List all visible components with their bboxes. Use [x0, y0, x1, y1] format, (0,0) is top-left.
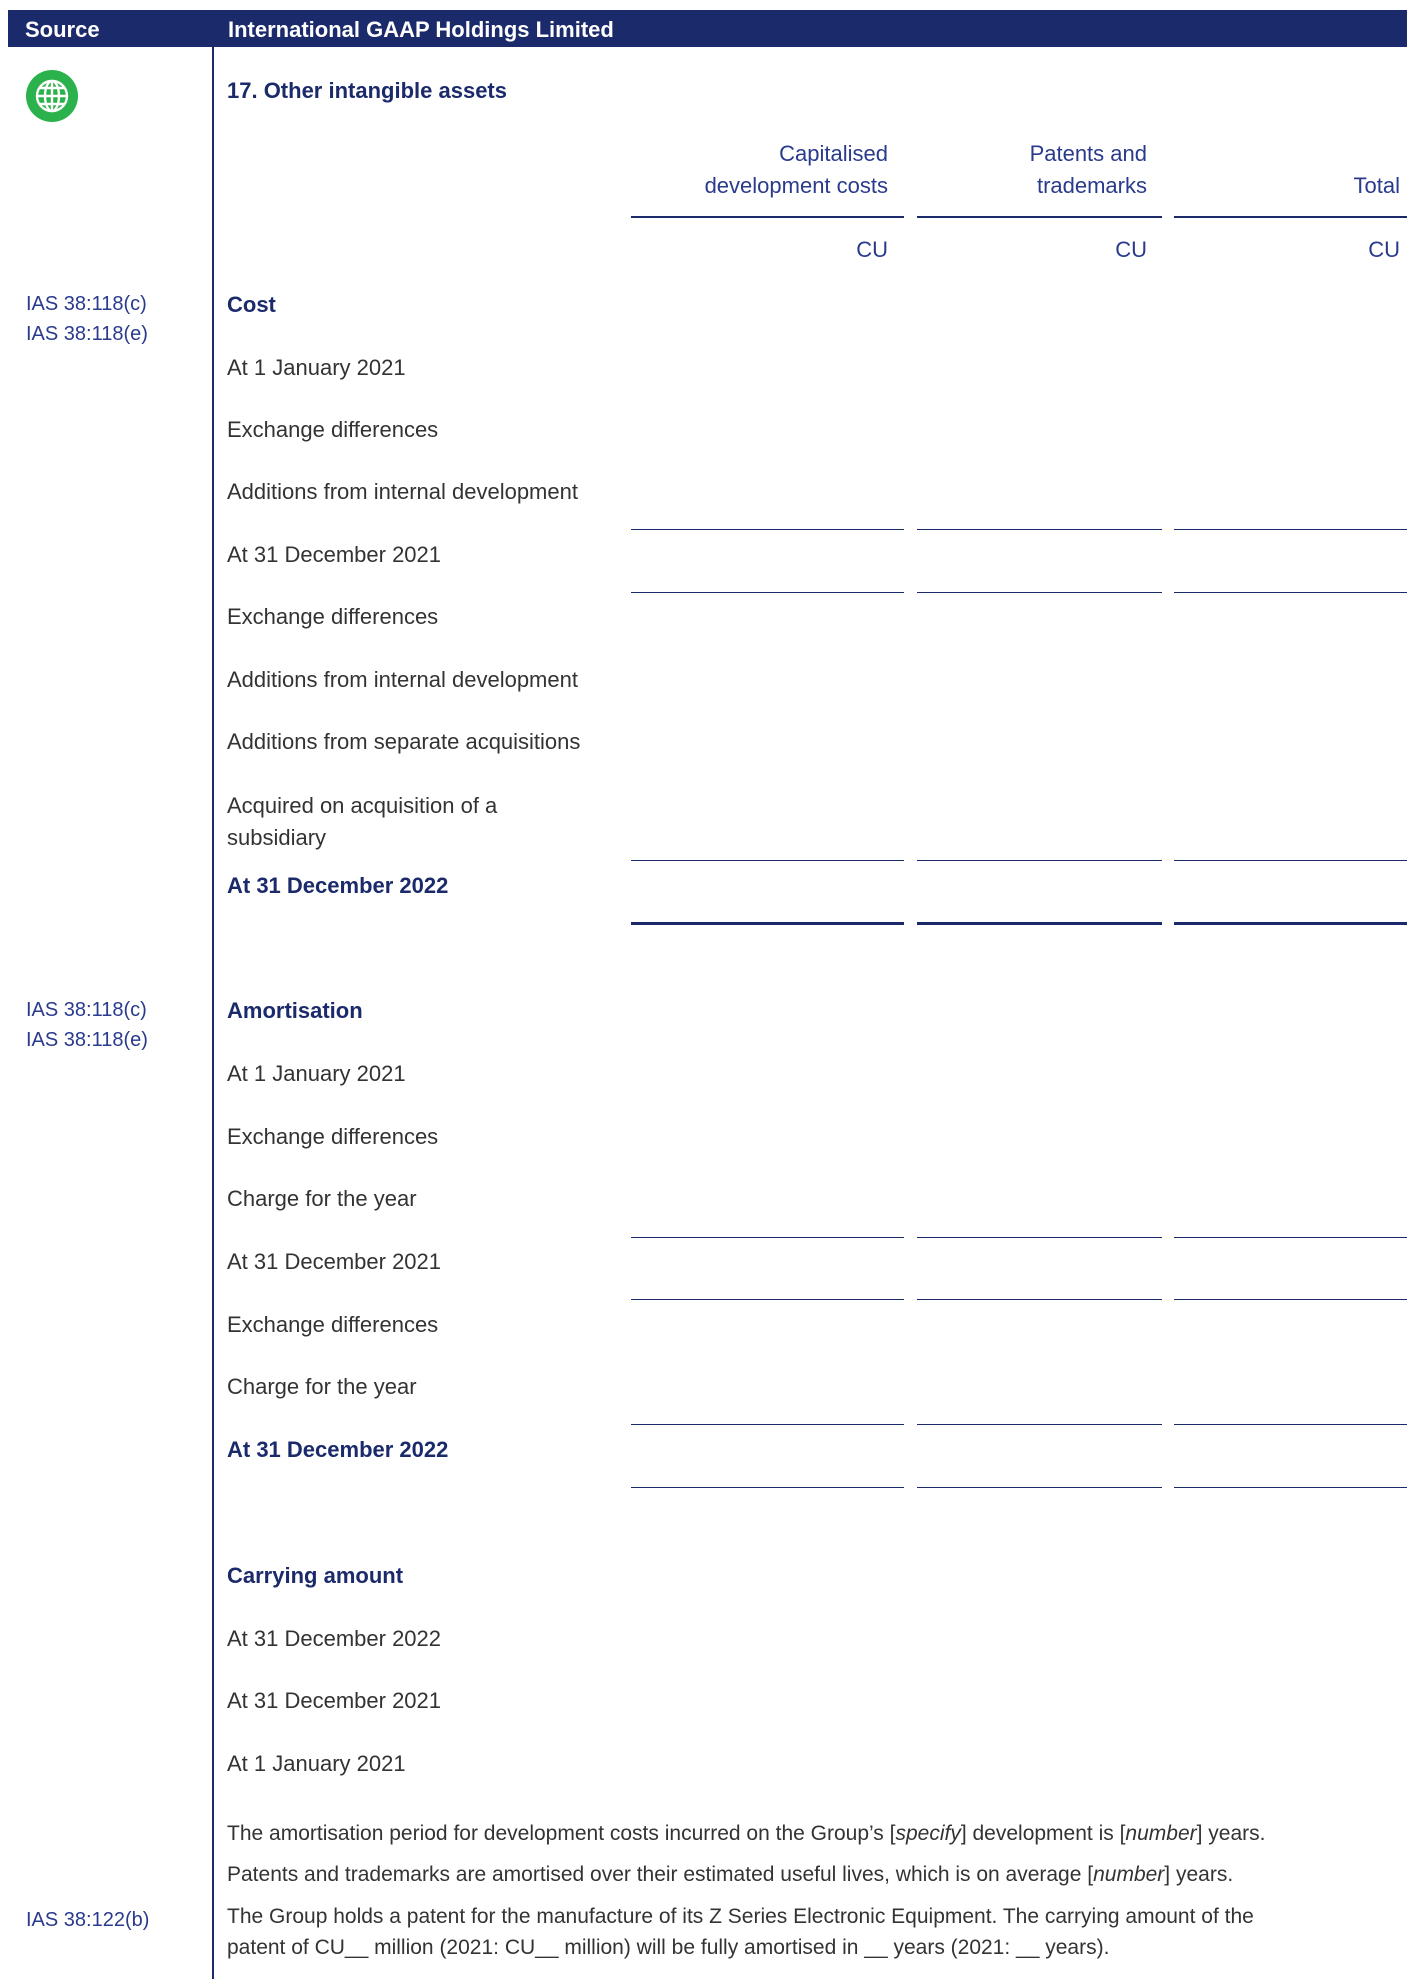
total-rule — [631, 922, 904, 925]
globe-icon[interactable] — [26, 70, 78, 122]
subtotal-rule — [1174, 1424, 1407, 1425]
total-rule — [1174, 922, 1407, 925]
total-rule — [1174, 1487, 1407, 1488]
column-rule — [631, 216, 904, 218]
table-row-label: Additions from internal development — [227, 479, 578, 504]
subtotal-rule — [917, 592, 1162, 593]
table-row-label: Charge for the year — [227, 1186, 417, 1211]
unit-label: CU — [1368, 237, 1400, 262]
table-row-label: Exchange differences — [227, 1124, 439, 1149]
subtotal-rule — [631, 529, 904, 530]
column-rule — [1174, 216, 1407, 218]
entity-name: International GAAP Holdings Limited — [228, 17, 614, 42]
subtotal-rule — [631, 1299, 904, 1300]
table-row-label: Exchange differences — [227, 1312, 439, 1337]
subtotal-rule — [631, 592, 904, 593]
row-total-cost: At 31 December 2022 — [227, 873, 449, 898]
total-rule — [917, 922, 1162, 925]
table-row-label: Exchange differences — [227, 417, 439, 442]
subtotal-rule — [917, 1299, 1162, 1300]
column-header-development: Capitalised development costs — [704, 141, 888, 198]
table-row-label: At 31 December 2021 — [227, 542, 442, 567]
header-bar: Source International GAAP Holdings Limit… — [8, 10, 1407, 47]
subtotal-rule — [631, 1237, 904, 1238]
table-row-label: At 31 December 2021 — [227, 1249, 442, 1274]
column-divider — [212, 47, 214, 1979]
table-row-label: Additions from internal development — [227, 667, 578, 692]
subtotal-rule — [917, 529, 1162, 530]
table-row-label: Exchange differences — [227, 604, 439, 629]
table-row-label: Charge for the year — [227, 1374, 417, 1399]
column-header-total: Total — [1353, 173, 1400, 198]
unit-label: CU — [856, 237, 888, 262]
table-row-label: At 1 January 2021 — [227, 1061, 406, 1086]
column-header-patents: Patents and trademarks — [1029, 141, 1147, 198]
table-row-label: At 31 December 2021 — [227, 1688, 442, 1713]
section-heading-cost: Cost — [227, 292, 276, 317]
subtotal-rule — [1174, 592, 1407, 593]
subtotal-rule — [1174, 1299, 1407, 1300]
subtotal-rule — [1174, 529, 1407, 530]
subtotal-rule — [631, 1424, 904, 1425]
subtotal-rule — [917, 860, 1162, 861]
source-reference[interactable]: IAS 38:122(b) — [26, 1905, 149, 1935]
section-heading-amortisation: Amortisation — [227, 998, 363, 1023]
table-row-label: Acquired on acquisition of a subsidiary — [227, 793, 498, 850]
source-reference[interactable]: IAS 38:118(c) IAS 38:118(e) — [26, 289, 148, 349]
total-rule — [631, 1487, 904, 1488]
paragraph-patent-holding: The Group holds a patent for the manufac… — [227, 1905, 1254, 1959]
subtotal-rule — [631, 860, 904, 861]
paragraph-patents-lives: Patents and trademarks are amortised ove… — [227, 1863, 1234, 1886]
section-heading-carrying-amount: Carrying amount — [227, 1563, 404, 1588]
paragraph-amortisation-period: The amortisation period for development … — [227, 1822, 1266, 1845]
unit-label: CU — [1115, 237, 1147, 262]
column-rule — [917, 216, 1162, 218]
subtotal-rule — [917, 1424, 1162, 1425]
table-row-label: Additions from separate acquisitions — [227, 729, 581, 754]
total-rule — [917, 1487, 1162, 1488]
subtotal-rule — [917, 1237, 1162, 1238]
table-row-label: At 31 December 2022 — [227, 1626, 442, 1651]
subtotal-rule — [1174, 860, 1407, 861]
row-total-amortisation: At 31 December 2022 — [227, 1437, 449, 1462]
note-title: 17. Other intangible assets — [227, 78, 507, 103]
table-row-label: At 1 January 2021 — [227, 1751, 406, 1776]
source-reference[interactable]: IAS 38:118(c) IAS 38:118(e) — [26, 995, 148, 1055]
source-column-label: Source — [25, 17, 100, 42]
table-row-label: At 1 January 2021 — [227, 355, 406, 380]
subtotal-rule — [1174, 1237, 1407, 1238]
